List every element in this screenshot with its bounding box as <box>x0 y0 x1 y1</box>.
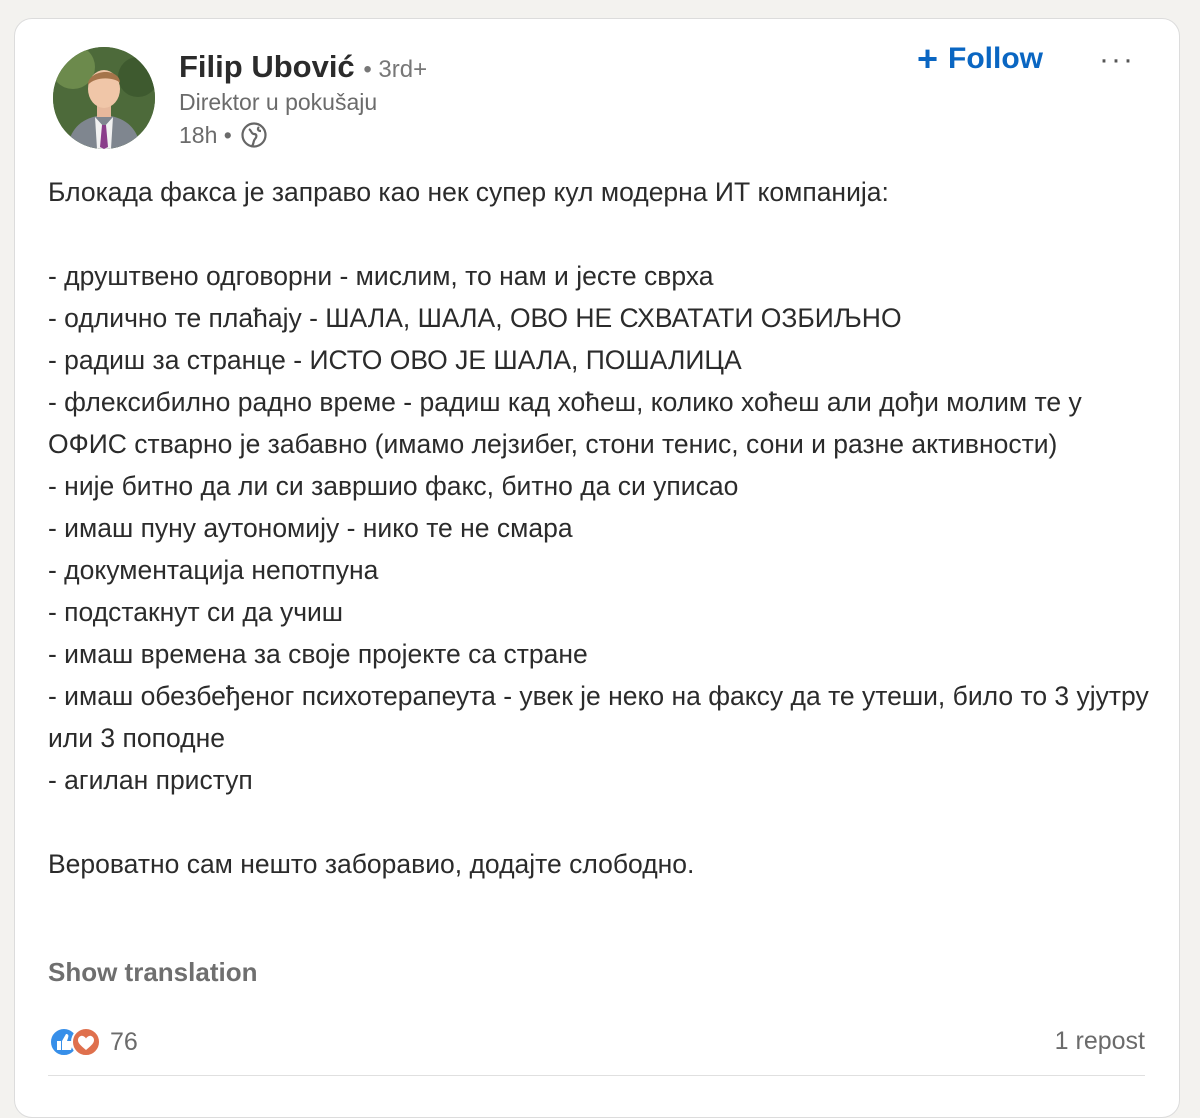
list-item: - имаш пуну аутономију - нико те не смар… <box>48 513 573 543</box>
post-time: 18h • <box>179 121 232 148</box>
author-avatar[interactable] <box>53 47 155 149</box>
show-translation-link[interactable]: Show translation <box>48 957 257 988</box>
list-item: - није битно да ли си завршио факс, битн… <box>48 471 739 501</box>
list-item: - документација непотпуна <box>48 555 379 585</box>
plus-icon: + <box>917 38 939 79</box>
post-intro: Блокада факса је заправо као нек супер к… <box>48 177 889 207</box>
reaction-count: 76 <box>110 1027 138 1056</box>
list-item: - друштвено одговорни - мислим, то нам и… <box>48 261 714 291</box>
avatar-photo <box>53 47 155 149</box>
more-options-button[interactable]: ··· <box>1099 43 1135 77</box>
reaction-icons <box>48 1025 104 1059</box>
post-meta: 18h • <box>179 121 268 149</box>
love-icon <box>71 1027 101 1057</box>
connection-degree: • 3rd+ <box>363 56 428 83</box>
list-item: - флексибилно радно време - радиш кад хо… <box>48 387 1082 459</box>
author-name[interactable]: Filip Ubović <box>179 49 355 84</box>
follow-label: Follow <box>948 42 1044 75</box>
list-item: - одлично те плаћају - ШАЛА, ШАЛА, ОВО Н… <box>48 303 902 333</box>
reactions-summary[interactable]: 76 <box>48 1025 138 1059</box>
author-headline: Direktor u pokušaju <box>179 89 378 115</box>
follow-button[interactable]: + Follow <box>917 41 1043 77</box>
post-card: Filip Ubović • 3rd+ Direktor u pokušaju … <box>14 18 1180 1118</box>
post-outro: Вероватно сам нешто заборавио, додајте с… <box>48 849 695 879</box>
list-item: - радиш за странце - ИСТО ОВО ЈЕ ШАЛА, П… <box>48 345 742 375</box>
list-item: - агилан приступ <box>48 765 253 795</box>
author-name-row[interactable]: Filip Ubović • 3rd+ <box>179 49 427 85</box>
post-text: Блокада факса је заправо као нек супер к… <box>48 171 1158 885</box>
divider <box>48 1075 1145 1076</box>
globe-icon <box>240 121 268 149</box>
list-item: - имаш обезбеђеног психотерапеута - увек… <box>48 681 1149 753</box>
list-item: - подстакнут си да учиш <box>48 597 344 627</box>
repost-count[interactable]: 1 repost <box>1055 1027 1145 1056</box>
list-item: - имаш времена за своје пројекте са стра… <box>48 639 588 669</box>
